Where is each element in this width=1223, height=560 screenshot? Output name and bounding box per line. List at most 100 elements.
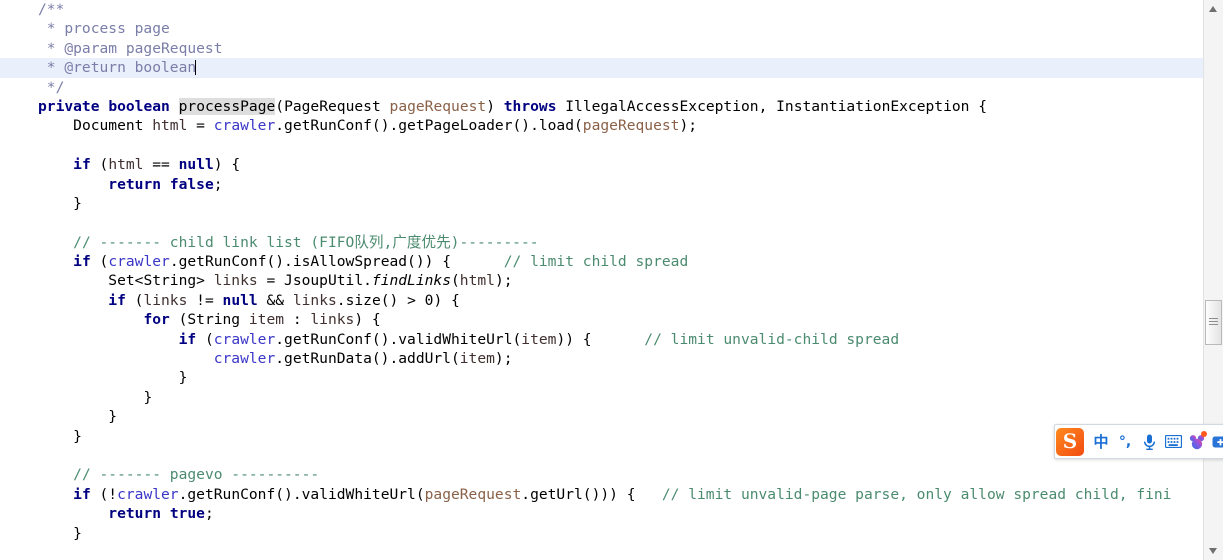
code-line[interactable]: // ------- child link list (FIFO队列,广度优先)… (0, 233, 1203, 252)
code-token: ( (90, 156, 109, 174)
code-token: ) (486, 97, 504, 115)
code-token: .getRunConf().getPageLoader().load( (275, 117, 583, 135)
code-line[interactable]: if (crawler.getRunConf().validWhiteUrl(i… (0, 330, 1203, 349)
code-token: false (169, 175, 214, 193)
code-token: ( (196, 330, 214, 348)
code-token: item (459, 350, 495, 368)
code-line[interactable] (0, 446, 1203, 465)
code-line[interactable]: } (0, 524, 1203, 543)
code-token: if (73, 485, 91, 503)
scrollbar-up-arrow-icon[interactable] (1204, 0, 1223, 18)
ime-punctuation-toggle[interactable]: °, (1113, 428, 1137, 456)
code-line[interactable]: if (html == null) { (0, 155, 1203, 174)
code-line[interactable]: return true; (0, 504, 1203, 523)
code-token: .size() > 0) { (336, 291, 460, 309)
code-line[interactable]: crawler.getRunData().addUrl(item); (0, 349, 1203, 368)
code-line[interactable]: * @return boolean (0, 58, 1203, 78)
code-line[interactable]: } (0, 194, 1203, 213)
text-caret (195, 60, 197, 76)
code-line[interactable]: // ------- pagevo ---------- (0, 465, 1203, 484)
code-line[interactable]: Set<String> links = JsoupUtil.findLinks(… (0, 271, 1203, 290)
code-line[interactable]: * @param pageRequest (0, 39, 1203, 58)
code-token: if (108, 291, 126, 309)
chinese-mode-icon: 中 (1093, 433, 1109, 451)
code-token: if (73, 156, 91, 174)
code-line[interactable]: Document html = crawler.getRunConf().get… (0, 116, 1203, 135)
code-token: * process page (38, 20, 170, 38)
code-text-area[interactable]: /** * process page * @param pageRequest … (0, 0, 1203, 560)
code-token: ( (450, 272, 460, 290)
code-line[interactable]: if (!crawler.getRunConf().validWhiteUrl(… (0, 485, 1203, 504)
code-line[interactable]: if (crawler.getRunConf().isAllowSpread()… (0, 252, 1203, 271)
code-token: = JsoupUtil. (257, 272, 372, 290)
scrollbar-thumb[interactable] (1205, 300, 1222, 345)
code-token: // ------- child link list (FIFO队列,广度优先)… (73, 233, 539, 251)
code-token: crawler (117, 485, 179, 503)
code-line[interactable]: if (links != null && links.size() > 0) { (0, 291, 1203, 310)
toolbox-plus-icon (1212, 436, 1223, 447)
code-token: html (152, 117, 188, 135)
code-token: // limit child spread (451, 253, 689, 271)
sogou-logo-icon[interactable]: S (1056, 427, 1084, 456)
sogou-ime-toolbar[interactable]: S 中 °, (1054, 424, 1223, 459)
code-editor-window: /** * process page * @param pageRequest … (0, 0, 1223, 560)
ime-language-toggle[interactable]: 中 (1089, 428, 1113, 456)
code-line[interactable] (0, 136, 1203, 155)
code-line[interactable]: } (0, 427, 1203, 446)
code-line[interactable]: return false; (0, 175, 1203, 194)
notification-badge (1201, 430, 1207, 437)
code-line[interactable]: for (String item : links) { (0, 310, 1203, 329)
code-token: && (257, 291, 293, 309)
code-token: null (178, 156, 214, 174)
ime-skin[interactable] (1185, 428, 1209, 456)
code-token: html (108, 156, 144, 174)
code-line[interactable]: } (0, 388, 1203, 407)
code-token: ; (213, 175, 223, 193)
ime-soft-keyboard[interactable] (1161, 428, 1185, 456)
ime-voice-input[interactable] (1137, 428, 1161, 456)
code-line[interactable]: */ (0, 78, 1203, 97)
ime-toolbox[interactable] (1209, 428, 1223, 456)
code-token: = (187, 117, 214, 135)
code-line[interactable] (0, 213, 1203, 232)
code-line[interactable] (0, 543, 1203, 560)
scrollbar-down-arrow-icon[interactable] (1204, 542, 1223, 560)
code-line[interactable]: * process page (0, 19, 1203, 38)
code-token: crawler (213, 350, 276, 368)
code-line[interactable]: private boolean processPage(PageRequest … (0, 97, 1203, 116)
code-token: ( (90, 253, 109, 271)
code-token: if (73, 253, 91, 271)
vertical-scrollbar[interactable] (1203, 0, 1223, 560)
code-line[interactable]: } (0, 407, 1203, 426)
code-token: } (178, 369, 188, 387)
code-token: ); (494, 350, 513, 368)
code-token: for (143, 311, 170, 329)
code-token: * @param pageRequest (38, 39, 223, 57)
code-token: crawler (213, 330, 276, 348)
code-token: (! (90, 485, 118, 503)
code-token: // ------- pagevo ---------- (73, 466, 320, 484)
code-token: ); (494, 272, 513, 290)
keyboard-icon (1164, 435, 1182, 448)
punctuation-icon: °, (1118, 433, 1132, 450)
code-token: links (292, 291, 337, 309)
code-line[interactable]: /** (0, 0, 1203, 19)
code-token: item (521, 330, 557, 348)
code-line[interactable]: } (0, 368, 1203, 387)
